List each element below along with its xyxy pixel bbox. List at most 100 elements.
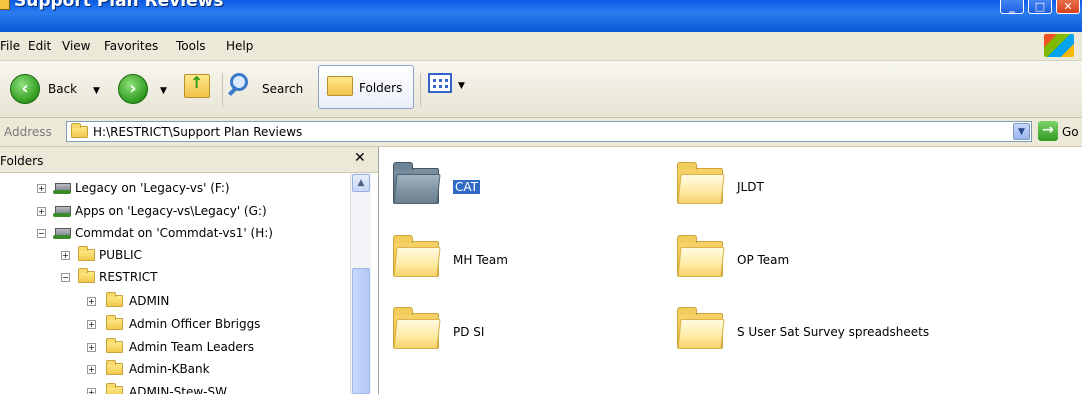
- explorer-window: Support Plan Reviews _ □ ✕ File Edit Vie…: [0, 0, 1082, 394]
- folder-item-label: CAT: [453, 180, 480, 194]
- folder-icon: [106, 383, 123, 394]
- expand-icon[interactable]: +: [87, 320, 96, 329]
- folder-item-label: JLDT: [737, 180, 764, 194]
- tree-item-label: Admin Team Leaders: [129, 340, 254, 354]
- minimize-icon: _: [1009, 0, 1015, 13]
- close-pane-icon[interactable]: ✕: [354, 150, 366, 166]
- tree-item-label: Apps on 'Legacy-vs\Legacy' (G:): [75, 204, 267, 218]
- folder-item-label: S User Sat Survey spreadsheets: [737, 325, 930, 339]
- search-button[interactable]: Search: [228, 69, 312, 109]
- window-title: Support Plan Reviews: [14, 0, 224, 11]
- folder-item-jldt[interactable]: JLDT: [677, 162, 877, 222]
- address-label: Address: [4, 125, 52, 139]
- folder-item-cat[interactable]: CAT: [393, 162, 593, 222]
- menu-edit[interactable]: Edit: [28, 39, 51, 53]
- windows-logo-icon: [1044, 34, 1074, 57]
- expand-icon[interactable]: +: [61, 251, 70, 260]
- views-grid-icon: [428, 73, 452, 93]
- expand-icon[interactable]: +: [87, 388, 96, 394]
- menu-tools[interactable]: Tools: [176, 39, 206, 53]
- folder-icon: [106, 360, 123, 375]
- expand-icon[interactable]: +: [37, 184, 46, 193]
- folder-item-mh-team[interactable]: MH Team: [393, 235, 593, 295]
- tree-item-label: ADMIN: [129, 294, 170, 308]
- folder-icon: [78, 246, 95, 261]
- folder-icon: [393, 162, 441, 204]
- folder-icon: [106, 338, 123, 353]
- tree-item-label: ADMIN-Stew-SW: [129, 385, 227, 394]
- folders-button[interactable]: Folders: [318, 65, 414, 109]
- folders-label: Folders: [359, 81, 403, 95]
- network-drive-icon: [53, 181, 71, 195]
- folder-item-s-user-sat-survey[interactable]: S User Sat Survey spreadsheets: [677, 307, 977, 367]
- toolbar-separator: [420, 73, 421, 107]
- folders-icon: [327, 76, 353, 96]
- content-pane: CAT JLDT MH Team OP Team PD SI S User Sa…: [379, 147, 1082, 394]
- expand-icon[interactable]: +: [37, 207, 46, 216]
- folder-item-op-team[interactable]: OP Team: [677, 235, 877, 295]
- go-button[interactable]: → Go: [1038, 121, 1082, 143]
- tree-item-label: Commdat on 'Commdat-vs1' (H:): [75, 226, 273, 240]
- network-drive-icon: [53, 204, 71, 218]
- folders-pane-header: Folders ✕: [0, 147, 378, 173]
- network-drive-icon: [53, 226, 71, 240]
- collapse-icon[interactable]: −: [61, 273, 70, 282]
- folder-icon: [677, 235, 725, 277]
- menu-help[interactable]: Help: [226, 39, 253, 53]
- forward-dropdown-icon[interactable]: ▼: [160, 86, 167, 96]
- folder-icon: [677, 307, 725, 349]
- up-folder-icon: ↑: [184, 73, 210, 98]
- tree-item-label: RESTRICT: [99, 270, 158, 284]
- search-label: Search: [262, 82, 304, 96]
- address-bar: Address H:\RESTRICT\Support Plan Reviews…: [0, 118, 1082, 147]
- back-dropdown-icon[interactable]: ▼: [93, 86, 100, 96]
- tree-item-label: Admin Officer Bbriggs: [129, 317, 261, 331]
- tree-item-label: Admin-KBank: [129, 362, 210, 376]
- forward-button[interactable]: › ▼: [118, 69, 172, 109]
- scroll-thumb[interactable]: [352, 268, 370, 394]
- minimize-button[interactable]: _: [1000, 0, 1024, 14]
- close-window-button[interactable]: ✕: [1056, 0, 1080, 14]
- menu-favorites[interactable]: Favorites: [104, 39, 158, 53]
- folder-icon: [677, 162, 725, 204]
- folder-icon: [106, 292, 123, 307]
- collapse-icon[interactable]: −: [37, 229, 46, 238]
- title-bar[interactable]: Support Plan Reviews _ □ ✕: [0, 0, 1082, 32]
- maximize-icon: □: [1034, 0, 1046, 13]
- menu-file[interactable]: File: [0, 39, 20, 53]
- close-icon: ✕: [1063, 0, 1073, 13]
- folders-scrollbar[interactable]: ▲: [350, 173, 371, 394]
- folder-item-label: PD SI: [453, 325, 485, 339]
- expand-icon[interactable]: +: [87, 297, 96, 306]
- address-input[interactable]: H:\RESTRICT\Support Plan Reviews ▼: [66, 121, 1032, 142]
- folder-icon: [78, 268, 95, 283]
- folder-icon: [106, 315, 123, 330]
- folder-icon: [71, 123, 88, 138]
- tree-item-label: PUBLIC: [99, 248, 142, 262]
- folder-window-icon: [0, 0, 10, 10]
- menu-view[interactable]: View: [62, 39, 90, 53]
- scroll-up-icon[interactable]: ▲: [352, 174, 370, 192]
- go-arrow-icon: →: [1038, 121, 1058, 141]
- toolbar: ‹ Back ▼ › ▼ ↑ Search Folders ▼: [0, 61, 1082, 118]
- folders-pane-title: Folders: [0, 154, 44, 168]
- folder-item-pd-si[interactable]: PD SI: [393, 307, 593, 367]
- up-folder-button[interactable]: ↑: [182, 69, 216, 109]
- folder-icon: [393, 307, 441, 349]
- menu-bar: File Edit View Favorites Tools Help: [0, 32, 1082, 61]
- search-icon-handle: [228, 86, 238, 96]
- back-label: Back: [48, 82, 78, 96]
- expand-icon[interactable]: +: [87, 365, 96, 374]
- forward-arrow-icon: ›: [118, 74, 148, 104]
- maximize-button[interactable]: □: [1028, 0, 1052, 14]
- address-dropdown-icon[interactable]: ▼: [1013, 123, 1030, 140]
- folder-icon: [393, 235, 441, 277]
- expand-icon[interactable]: +: [87, 343, 96, 352]
- toolbar-separator: [222, 73, 223, 107]
- views-button[interactable]: ▼: [428, 69, 472, 109]
- folder-item-label: MH Team: [453, 253, 508, 267]
- back-button[interactable]: ‹ Back ▼: [10, 69, 102, 109]
- folder-item-label: OP Team: [737, 253, 790, 267]
- views-dropdown-icon[interactable]: ▼: [458, 81, 465, 91]
- back-arrow-icon: ‹: [10, 74, 40, 104]
